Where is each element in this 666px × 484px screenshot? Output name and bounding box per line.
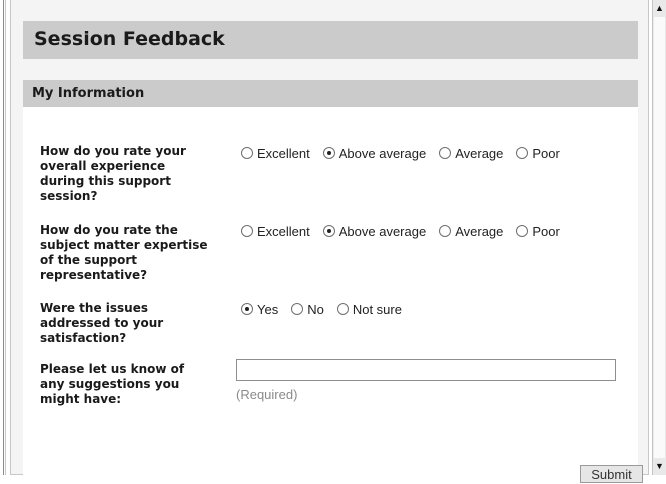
radio-unselected-icon[interactable] bbox=[439, 225, 452, 237]
required-hint: (Required) bbox=[236, 387, 298, 402]
overall-experience-options: Excellent Above average Average Poor bbox=[241, 145, 573, 161]
question-subject-expertise: How do you rate the subject matter exper… bbox=[40, 223, 208, 282]
radio-unselected-icon[interactable] bbox=[241, 225, 253, 237]
section-title: My Information bbox=[32, 86, 145, 101]
vertical-scrollbar[interactable]: ▲ ▼ bbox=[652, 0, 666, 475]
window-left-border bbox=[3, 0, 6, 475]
section-header: My Information bbox=[23, 80, 638, 107]
radio-unselected-icon[interactable] bbox=[439, 147, 452, 159]
radio-unselected-icon[interactable] bbox=[241, 147, 253, 159]
radio-unselected-icon[interactable] bbox=[336, 303, 349, 315]
radio-unselected-icon[interactable] bbox=[291, 303, 304, 315]
suggestions-input[interactable] bbox=[236, 359, 616, 381]
feedback-page: Session Feedback My Information How do y… bbox=[10, 0, 649, 483]
arrow-up-icon[interactable]: ▲ bbox=[653, 0, 666, 17]
option-excellent[interactable]: Excellent bbox=[241, 224, 310, 239]
page-title: Session Feedback bbox=[34, 28, 225, 50]
subject-expertise-options: Excellent Above average Average Poor bbox=[241, 223, 573, 239]
option-poor[interactable]: Poor bbox=[516, 146, 560, 161]
page-header: Session Feedback bbox=[23, 21, 638, 59]
scrollbar-thumb[interactable] bbox=[654, 17, 665, 458]
radio-selected-icon[interactable] bbox=[322, 147, 335, 159]
option-average[interactable]: Average bbox=[439, 224, 503, 239]
radio-selected-icon[interactable] bbox=[322, 225, 335, 237]
question-overall-experience: How do you rate your overall experience … bbox=[40, 144, 186, 203]
submit-button[interactable]: Submit bbox=[580, 465, 643, 483]
my-information-panel: My Information How do you rate your over… bbox=[23, 80, 638, 475]
radio-selected-icon[interactable] bbox=[241, 303, 253, 315]
option-poor[interactable]: Poor bbox=[516, 224, 560, 239]
option-not-sure[interactable]: Not sure bbox=[336, 302, 402, 317]
suggestions-label: Please let us know of any suggestions yo… bbox=[40, 362, 185, 406]
option-above-average[interactable]: Above average bbox=[322, 224, 426, 239]
option-above-average[interactable]: Above average bbox=[322, 146, 426, 161]
radio-unselected-icon[interactable] bbox=[516, 147, 529, 159]
option-no[interactable]: No bbox=[291, 302, 324, 317]
option-excellent[interactable]: Excellent bbox=[241, 146, 310, 161]
issues-addressed-options: Yes No Not sure bbox=[241, 301, 415, 317]
option-average[interactable]: Average bbox=[439, 146, 503, 161]
arrow-down-icon[interactable]: ▼ bbox=[653, 458, 666, 475]
question-issues-addressed: Were the issues addressed to your satisf… bbox=[40, 301, 164, 345]
option-yes[interactable]: Yes bbox=[241, 302, 278, 317]
radio-unselected-icon[interactable] bbox=[516, 225, 529, 237]
